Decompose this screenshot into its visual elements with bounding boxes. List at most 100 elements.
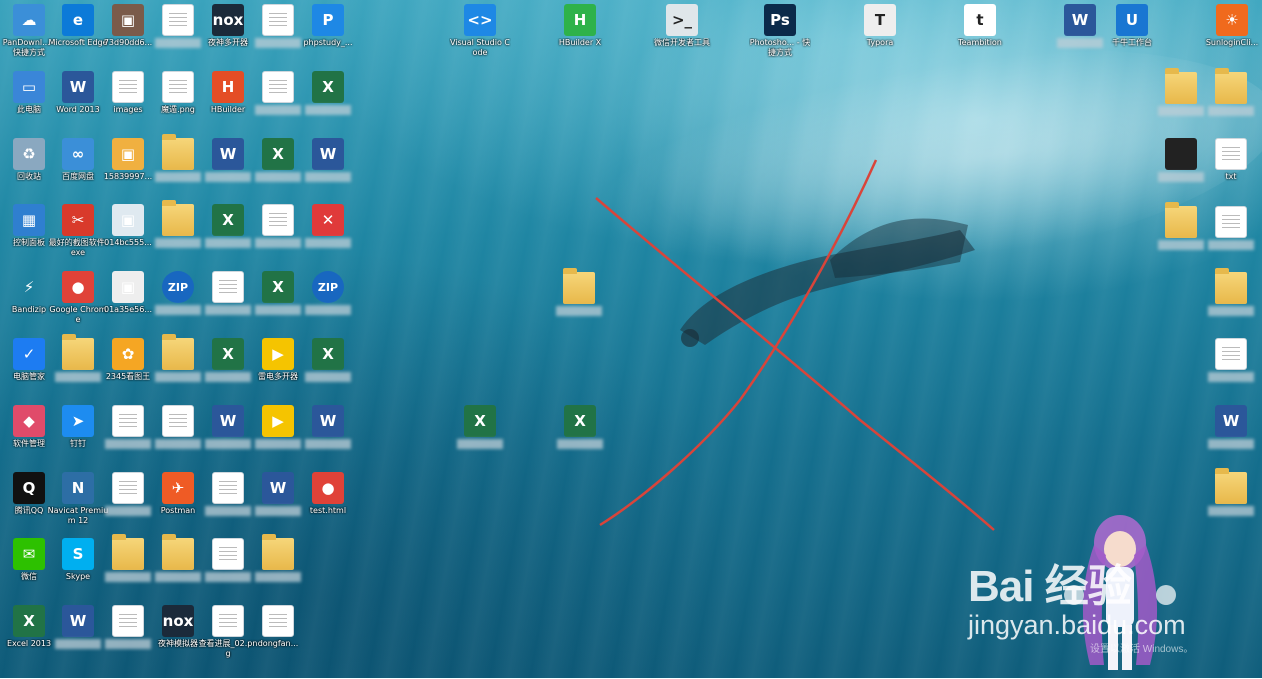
doc-icon (262, 204, 294, 236)
desktop-icon[interactable]: t Teambition (949, 4, 1011, 48)
desktop-icon[interactable]: X (297, 338, 359, 382)
desktop-icon[interactable]: U 千牛工作台 (1101, 4, 1163, 48)
desktop-icon-label: test.html (309, 506, 347, 515)
sunlogin-icon: ☀ (1216, 4, 1248, 36)
doc-icon (212, 472, 244, 504)
folder-icon (1215, 468, 1247, 504)
doc-icon (212, 538, 244, 570)
image-icon: ▣ (112, 4, 144, 36)
folder-icon (563, 268, 595, 304)
desktop-icon[interactable]: W (297, 405, 359, 449)
folder-icon (162, 134, 194, 170)
redacted-label (255, 38, 301, 48)
image-icon: ▣ (112, 204, 144, 236)
word-icon: W (212, 138, 244, 170)
computer-icon: ▭ (13, 71, 45, 103)
desktop-icon-label: Teambition (958, 38, 1002, 47)
phpstudy-icon: P (312, 4, 344, 36)
redacted-label (205, 372, 251, 382)
folder-icon (62, 334, 94, 370)
doc-icon (162, 4, 194, 36)
folder-icon (262, 534, 294, 570)
desktop-icon[interactable]: Ps Photosho... - 快捷方式 (749, 4, 811, 58)
redacted-label (1158, 172, 1204, 182)
desktop-icon-label: Photosho... - 快捷方式 (749, 38, 811, 57)
activate-windows-text: 设置以激活 Windows。 (1090, 644, 1194, 655)
redacted-label (305, 305, 351, 315)
folder-icon (112, 534, 144, 570)
dingtalk-icon: ➤ (62, 405, 94, 437)
folder-icon (1215, 268, 1247, 304)
redacted-label (1158, 106, 1204, 116)
desktop-icon[interactable] (1200, 338, 1262, 382)
word-icon: W (62, 71, 94, 103)
desktop-icon[interactable] (1200, 468, 1262, 516)
desktop-icon[interactable] (247, 534, 309, 582)
redacted-label (1208, 106, 1254, 116)
word-icon: W (1064, 4, 1096, 36)
desktop-icon[interactable] (548, 268, 610, 316)
desktop-icon[interactable] (1200, 68, 1262, 116)
qq-icon: Q (13, 472, 45, 504)
desktop-icon[interactable]: H HBuilder X (549, 4, 611, 48)
hbuilder-icon: H (212, 71, 244, 103)
excel-doc-icon: X (262, 271, 294, 303)
typora-icon: T (864, 4, 896, 36)
desktop-icon[interactable]: txt (1200, 138, 1262, 182)
desktop-icon[interactable]: >_ 微信开发者工具 (651, 4, 713, 48)
wechat-devtools-icon: >_ (666, 4, 698, 36)
desktop-icon-label: Visual Studio Code (449, 38, 511, 57)
folder-icon (1165, 68, 1197, 104)
folder-icon (1215, 68, 1247, 104)
redacted-label (205, 572, 251, 582)
folder-icon (1165, 202, 1197, 238)
redacted-label (55, 372, 101, 382)
desktop-icon[interactable]: X (449, 405, 511, 449)
watermark-logo: Bai 经验 (968, 562, 1132, 611)
dark-file-icon (1165, 138, 1197, 170)
shield-icon: ✓ (13, 338, 45, 370)
desktop-icon[interactable]: ZIP (297, 271, 359, 315)
desktop-icon[interactable]: dongfan... (247, 605, 309, 649)
desktop-icon[interactable]: <> Visual Studio Code (449, 4, 511, 58)
redacted-label (557, 439, 603, 449)
doc-icon (1215, 206, 1247, 238)
desktop-icon-label: SunloginCli... (1205, 38, 1259, 47)
image-icon: ▣ (112, 138, 144, 170)
image-viewer-icon: ✿ (112, 338, 144, 370)
doc-icon (262, 605, 294, 637)
chrome-icon: ● (62, 271, 94, 303)
desktop-icon-label: 千牛工作台 (1112, 38, 1152, 47)
skype-icon: S (62, 538, 94, 570)
desktop-icon[interactable]: ☀ SunloginCli... (1201, 4, 1262, 48)
chrome-icon: ● (312, 472, 344, 504)
desktop-icon[interactable]: ✕ (297, 204, 359, 248)
watermark-site: jingyan.baidu.com (968, 610, 1186, 640)
doc-icon (212, 605, 244, 637)
redacted-label (155, 572, 201, 582)
redacted-label (255, 439, 301, 449)
desktop-icon[interactable] (1200, 206, 1262, 250)
postman-icon: ✈ (162, 472, 194, 504)
word-icon: W (212, 405, 244, 437)
desktop-icon[interactable]: X (297, 71, 359, 115)
desktop-icon[interactable]: T Typora (849, 4, 911, 48)
redacted-label (1208, 240, 1254, 250)
doc-icon (112, 472, 144, 504)
redacted-label (255, 172, 301, 182)
redacted-label (1208, 372, 1254, 382)
redacted-label (55, 639, 101, 649)
desktop-icon[interactable]: X (549, 405, 611, 449)
redacted-label (255, 238, 301, 248)
redacted-label (155, 305, 201, 315)
excel-doc-icon: X (564, 405, 596, 437)
desktop-icon[interactable]: W (297, 138, 359, 182)
word-icon: W (312, 405, 344, 437)
recycle-bin-icon: ♻ (13, 138, 45, 170)
desktop-icon[interactable] (1200, 268, 1262, 316)
desktop-icon[interactable]: ● test.html (297, 472, 359, 516)
desktop-icon[interactable]: W (1200, 405, 1262, 449)
zip-icon: ZIP (162, 271, 194, 303)
desktop-icon[interactable]: Pphpstudy_... (297, 4, 359, 48)
redacted-label (1208, 506, 1254, 516)
